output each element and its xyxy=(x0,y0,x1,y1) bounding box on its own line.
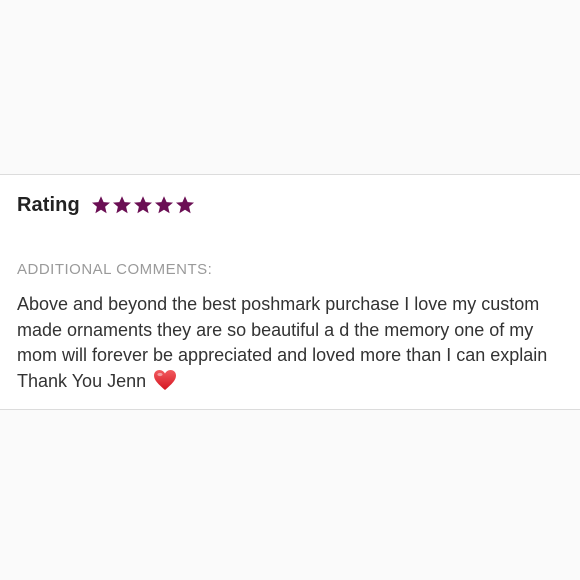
top-blank-area xyxy=(0,0,580,174)
comment-body: Above and beyond the best poshmark purch… xyxy=(17,292,573,394)
rating-label: Rating xyxy=(17,193,80,216)
comment-text: Above and beyond the best poshmark purch… xyxy=(17,294,548,391)
additional-comments-label: ADDITIONAL COMMENTS: xyxy=(17,261,213,278)
star-icon xyxy=(154,195,174,215)
star-icon xyxy=(112,195,132,215)
star-icon xyxy=(175,195,195,215)
bottom-blank-area xyxy=(0,410,580,580)
star-rating xyxy=(91,195,195,215)
review-card: Rating ADDITIONAL COMMENTS: Above and be… xyxy=(0,174,580,410)
review-screenshot: Rating ADDITIONAL COMMENTS: Above and be… xyxy=(0,0,580,580)
star-icon xyxy=(133,195,153,215)
star-icon xyxy=(91,195,111,215)
rating-row: Rating xyxy=(17,192,195,218)
heart-icon xyxy=(153,369,177,391)
